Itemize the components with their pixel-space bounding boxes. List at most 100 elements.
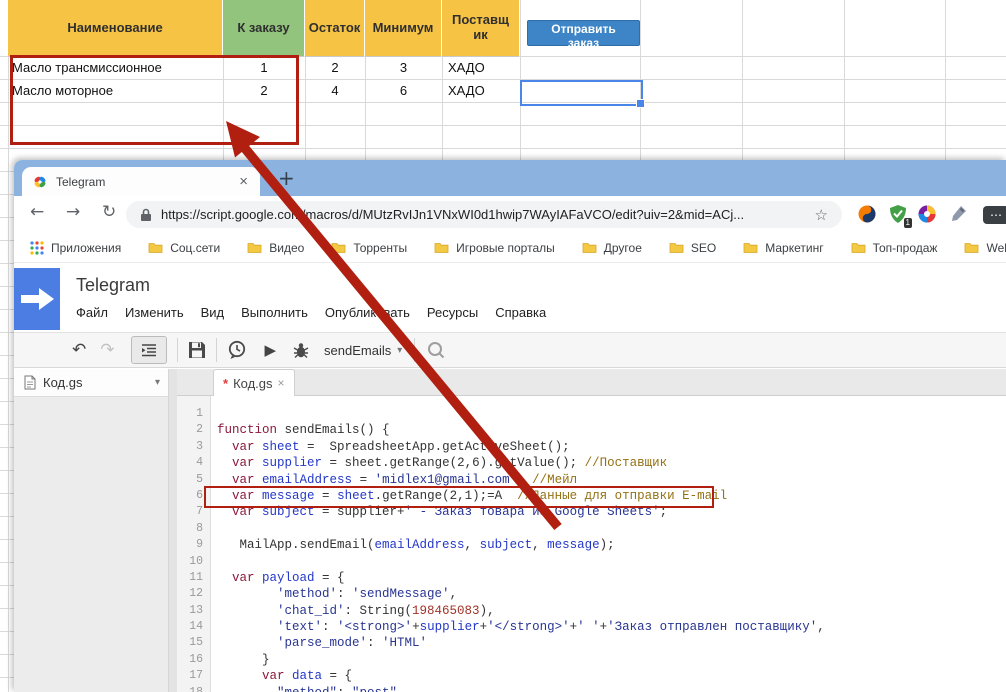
menu-опубликовать[interactable]: Опубликовать: [325, 305, 410, 320]
bookmark-folder[interactable]: Игровые порталы: [434, 241, 555, 255]
extension-palette-icon[interactable]: [917, 204, 937, 224]
sheet-cell-name[interactable]: Масло трансмиссионное: [8, 57, 223, 80]
files-sidebar: Код.gs ▾: [14, 369, 169, 692]
menu-выполнить[interactable]: Выполнить: [241, 305, 308, 320]
line-number: 18: [177, 685, 210, 692]
sheet-header-5[interactable]: Поставщик: [442, 0, 520, 57]
sheet-cell-minimum[interactable]: 3: [365, 57, 442, 80]
bookmark-label: SEO: [690, 240, 717, 255]
editor-tab-kod-gs[interactable]: * Код.gs ×: [213, 369, 295, 396]
extension-menu-icon[interactable]: ⋯: [983, 206, 1006, 224]
line-number: 14: [189, 620, 203, 634]
indent-button[interactable]: [130, 336, 167, 364]
save-icon[interactable]: [188, 341, 206, 359]
bookmark-folder[interactable]: Маркетинг: [743, 241, 824, 255]
extension-dropper-icon[interactable]: [948, 204, 968, 224]
editor-toolbar: ↶ ↷ ▶ sendEmails ▾: [14, 332, 1006, 368]
bookmark-folder[interactable]: Видео: [247, 241, 304, 255]
sheet-cell-supplier[interactable]: ХАДО: [442, 57, 520, 80]
folder-icon: [331, 241, 346, 254]
bookmark-folder[interactable]: Web-документаци: [964, 241, 1006, 255]
apps-script-logo-icon: [14, 268, 60, 330]
file-menu-caret-icon[interactable]: ▾: [155, 377, 160, 388]
menu-изменить[interactable]: Изменить: [125, 305, 184, 320]
bookmark-folder[interactable]: Топ-продаж: [851, 240, 938, 255]
browser-navbar: ← → ↻ https://script.google.com/macros/d…: [14, 196, 1006, 233]
code-lines: function sendEmails() { var sheet = Spre…: [217, 396, 1006, 692]
sheet-cell-stock[interactable]: 2: [305, 57, 365, 80]
function-select-caret-icon[interactable]: ▾: [397, 345, 402, 356]
tab-title: Telegram: [56, 174, 106, 189]
line-number: 2: [196, 423, 203, 437]
sheet-header-3[interactable]: Остаток: [305, 0, 365, 57]
extension-shield-icon[interactable]: 1: [888, 204, 912, 228]
folder-icon: [582, 241, 597, 254]
close-tab-icon[interactable]: ×: [237, 173, 250, 190]
selected-cell[interactable]: [520, 80, 645, 108]
fill-handle-icon[interactable]: [636, 99, 645, 108]
sheet-cell-stock[interactable]: 4: [305, 80, 365, 103]
sheet-cell-to_order[interactable]: 2: [223, 80, 305, 103]
bookmark-label: Топ-продаж: [872, 240, 938, 255]
new-tab-button[interactable]: +: [272, 164, 301, 192]
bookmark-label: Игровые порталы: [456, 240, 555, 255]
sheet-header-1[interactable]: Наименование: [8, 0, 223, 57]
sheet-cell-to_order[interactable]: 1: [223, 57, 305, 80]
sheet-header-2[interactable]: К заказу: [223, 0, 305, 57]
line-number-gutter: 123456789101112131415161718: [177, 396, 211, 692]
forward-icon[interactable]: →: [66, 202, 80, 222]
folder-icon: [148, 241, 163, 254]
debug-icon[interactable]: [292, 341, 310, 359]
bookmark-folder[interactable]: Соц.сети: [148, 241, 220, 255]
line-number: 1: [196, 407, 203, 420]
bookmark-folder[interactable]: Другое: [582, 241, 642, 255]
line-number: 4: [196, 456, 203, 470]
code-line: var emailAddress = 'midlex1@gmail.com'; …: [232, 472, 578, 487]
extension-swirl-icon[interactable]: [857, 204, 877, 224]
bookmark-folder[interactable]: Торренты: [331, 241, 407, 255]
back-icon[interactable]: ←: [30, 202, 44, 222]
sheet-cell-name[interactable]: Масло моторное: [8, 80, 223, 103]
sheet-header-4[interactable]: Минимум: [365, 0, 442, 57]
sheet-cell-supplier[interactable]: ХАДО: [442, 80, 520, 103]
sheet-gridline: [8, 0, 9, 692]
editor-tab-bar: * Код.gs ×: [177, 369, 1006, 396]
send-order-button[interactable]: Отправить заказ: [527, 20, 640, 50]
folder-icon: [434, 241, 449, 254]
editor-tab-close-icon[interactable]: ×: [278, 376, 285, 390]
line-number: 8: [196, 521, 203, 535]
reload-icon[interactable]: ↻: [102, 202, 116, 222]
sidebar-file-kod-gs[interactable]: Код.gs ▾: [14, 369, 168, 397]
bookmark-label: Видео: [269, 240, 305, 255]
bookmark-folder[interactable]: SEO: [669, 241, 716, 255]
url-text: https://script.google.com/macros/d/MUtzR…: [161, 207, 745, 222]
run-icon[interactable]: ▶: [265, 342, 277, 358]
bookmark-star-icon[interactable]: ☆: [815, 206, 828, 224]
undo-icon[interactable]: ↶: [72, 341, 86, 359]
folder-icon: [669, 241, 684, 254]
folder-icon: [851, 241, 866, 254]
menu-файл[interactable]: Файл: [76, 305, 108, 320]
search-icon[interactable]: [427, 341, 445, 359]
bookmark-label: Web-документаци: [986, 240, 1006, 255]
function-select[interactable]: sendEmails: [324, 343, 391, 358]
execution-log-icon[interactable]: [227, 340, 247, 360]
sheet-cell-minimum[interactable]: 6: [365, 80, 442, 103]
bookmark-apps[interactable]: Приложения: [30, 241, 121, 255]
line-number: 13: [189, 603, 203, 617]
line-number: 11: [189, 570, 203, 584]
code-line: }: [217, 652, 270, 667]
folder-icon: [247, 241, 262, 254]
menu-справка[interactable]: Справка: [495, 305, 546, 320]
code-line: 'chat_id': String(198465083),: [277, 603, 495, 618]
address-bar[interactable]: https://script.google.com/macros/d/MUtzR…: [126, 201, 842, 228]
shield-badge: 1: [903, 218, 912, 228]
menu-ресурсы[interactable]: Ресурсы: [427, 305, 478, 320]
line-number: 9: [196, 538, 203, 552]
menu-вид[interactable]: Вид: [201, 305, 225, 320]
browser-tab-telegram[interactable]: Telegram ×: [22, 167, 260, 196]
sidebar-file-label: Код.gs: [43, 375, 83, 390]
code-area[interactable]: 123456789101112131415161718 function sen…: [177, 396, 1006, 692]
redo-icon[interactable]: ↷: [100, 341, 114, 359]
